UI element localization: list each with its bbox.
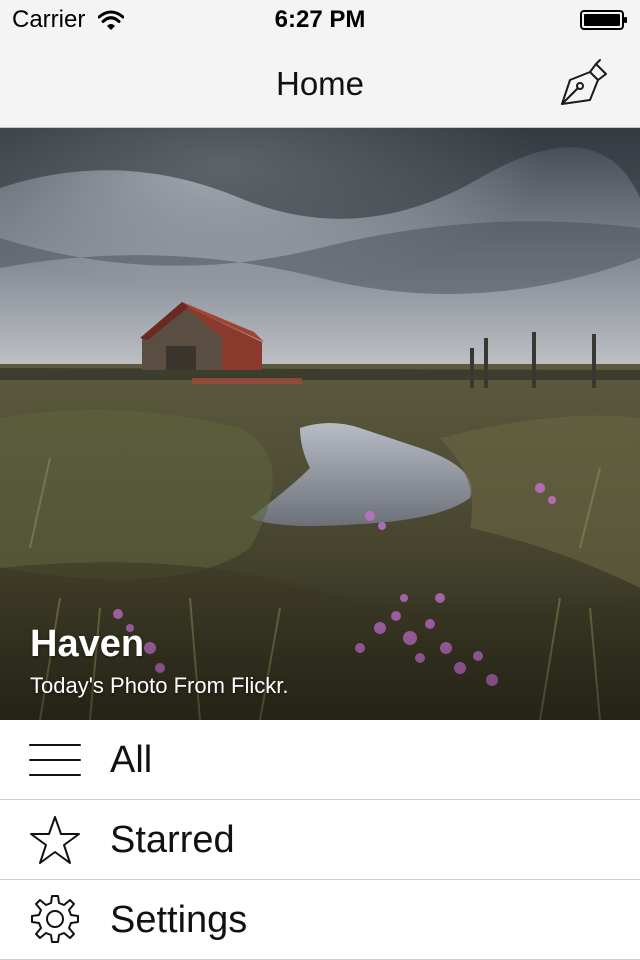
menu-item-label: All: [110, 739, 153, 781]
status-bar: Carrier 6:27 PM: [0, 0, 640, 40]
photo-caption: Today's Photo From Flickr.: [30, 673, 289, 698]
photo-title: Haven: [30, 623, 145, 665]
hamburger-icon: [29, 744, 81, 776]
menu-item-label: Settings: [110, 899, 248, 941]
menu-item-label: Starred: [110, 819, 235, 861]
menu-item-starred[interactable]: Starred: [0, 800, 640, 880]
navigation-bar: Home: [0, 40, 640, 128]
gear-icon: [31, 895, 79, 943]
menu-item-all[interactable]: All: [0, 720, 640, 800]
menu-list: All Starred Settings: [0, 720, 640, 960]
battery-icon: [580, 10, 627, 30]
page-title: Home: [275, 65, 365, 102]
daily-photo[interactable]: Haven Today's Photo From Flickr.: [0, 128, 640, 720]
status-time: 6:27 PM: [274, 6, 366, 33]
menu-item-settings[interactable]: Settings: [0, 880, 640, 960]
compose-button[interactable]: [556, 58, 612, 110]
star-icon: [30, 816, 80, 864]
pen-nib-icon: [561, 59, 607, 105]
